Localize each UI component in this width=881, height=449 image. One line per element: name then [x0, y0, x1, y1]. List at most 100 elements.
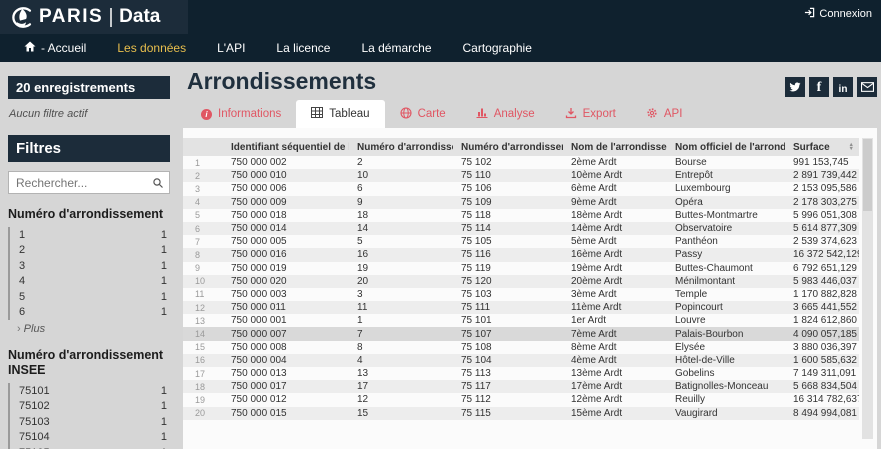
- tab-tableau[interactable]: Tableau: [296, 100, 385, 128]
- table-row[interactable]: 1 750 000 002 2 75 102 2ème Ardt Bourse 991 15…: [183, 156, 859, 170]
- table-row[interactable]: 19 750 000 012 12 75 112 12ème Ardt Reuilly 16…: [183, 393, 859, 407]
- filter-item-count: 1: [160, 244, 167, 257]
- logo-paris-text: PARIS: [39, 6, 104, 27]
- filter-item[interactable]: 31: [10, 258, 170, 274]
- linkedin-icon: in: [838, 83, 848, 95]
- nav-item-accueil[interactable]: - Accueil: [24, 41, 86, 55]
- table-row[interactable]: 18 750 000 017 17 75 117 17ème Ardt Batignoll…: [183, 380, 859, 394]
- filter-item-label: 75103: [19, 415, 50, 428]
- tab-api[interactable]: API: [631, 100, 698, 128]
- nav-item-l-api[interactable]: L'API: [217, 41, 245, 55]
- table-row[interactable]: 16 750 000 004 4 75 104 4ème Ardt Hôtel-de-Vi…: [183, 353, 859, 367]
- table-cell: Opéra: [675, 196, 703, 208]
- table-cell: 750 000 003: [231, 288, 287, 300]
- table-row[interactable]: 7 750 000 005 5 75 105 5ème Ardt Panthéon 2 53…: [183, 235, 859, 249]
- tab-bar: i Informations Tableau Carte Analyse Export AP…: [186, 100, 697, 128]
- search-input[interactable]: [8, 171, 170, 194]
- tab-export[interactable]: Export: [550, 100, 631, 128]
- filter-item[interactable]: 75104 1: [10, 430, 170, 446]
- column-header[interactable]: Numéro d'arrondissement INSEE▲▼: [453, 138, 563, 156]
- linkedin-share-button[interactable]: in: [833, 77, 853, 97]
- email-share-button[interactable]: [857, 77, 877, 97]
- table-row[interactable]: 17 750 000 013 13 75 113 13ème Ardt Gobelins 7…: [183, 367, 859, 381]
- table-cell: 12ème Ardt: [571, 394, 623, 406]
- filter-item[interactable]: 75101 1: [10, 383, 170, 399]
- home-icon: [24, 41, 36, 55]
- connexion-label: Connexion: [819, 8, 872, 20]
- nav-item-les-donn-es[interactable]: Les données: [117, 41, 186, 55]
- table-icon: [311, 107, 324, 121]
- tab-analyse[interactable]: Analyse: [461, 100, 550, 128]
- table-scrollbar[interactable]: [862, 138, 873, 439]
- main-nav: - Accueil Les données L'API La licence La dé…: [24, 41, 532, 55]
- nav-item-la-licence[interactable]: La licence: [276, 41, 330, 55]
- table-cell: 5 983 446,037: [793, 275, 857, 287]
- facebook-share-button[interactable]: f: [809, 77, 829, 97]
- table-row[interactable]: 20 750 000 015 15 75 115 15ème Ardt Vaugirard…: [183, 406, 859, 420]
- scrollbar-thumb[interactable]: [863, 139, 872, 211]
- table-row[interactable]: 3 750 000 006 6 75 106 6ème Ardt Luxembourg 2 …: [183, 182, 859, 196]
- table-cell: 2 153 095,586: [793, 183, 857, 195]
- sort-icon[interactable]: ▲ ▼: [846, 142, 854, 152]
- filter-item[interactable]: 61: [10, 305, 170, 321]
- table-row[interactable]: 11 750 000 003 3 75 103 3ème Ardt Temple 1 170…: [183, 287, 859, 302]
- table-row[interactable]: 12 750 000 011 11 75 111 11ème Ardt Popincour…: [183, 301, 859, 315]
- filter-item[interactable]: 41: [10, 274, 170, 290]
- filter-item-label: 4: [19, 275, 26, 288]
- column-header[interactable]: Numéro d'arrondissement▲▼: [349, 138, 453, 156]
- table-row[interactable]: 8 750 000 016 16 75 116 16ème Ardt Passy 16 37…: [183, 248, 859, 262]
- connexion-link[interactable]: Connexion: [804, 7, 872, 21]
- table-cell: 8: [357, 341, 363, 353]
- nav-item-cartographie[interactable]: Cartographie: [463, 41, 532, 55]
- column-header-label: Numéro d'arrondissement: [357, 141, 453, 153]
- column-header[interactable]: Identifiant séquentiel de l'arron...▲▼: [223, 138, 349, 156]
- site-logo[interactable]: PARIS Data: [0, 0, 188, 34]
- search-icon[interactable]: [152, 176, 164, 194]
- nav-item-la-d-marche[interactable]: La démarche: [361, 41, 431, 55]
- tab-label: Export: [582, 108, 616, 120]
- filter-item[interactable]: 751051: [10, 445, 170, 449]
- table-cell: 18: [357, 209, 369, 221]
- table-row[interactable]: 10 750 000 020 20 75 120 20ème Ardt Ménilmont…: [183, 274, 859, 288]
- table-row[interactable]: 14 750 000 007 7 75 107 7ème Ardt Palais-Bour…: [183, 327, 859, 341]
- twitter-share-button[interactable]: [785, 77, 805, 97]
- filter-item[interactable]: 75103 1: [10, 414, 170, 430]
- column-header[interactable]: Nom officiel de l'arrondissement▲▼: [667, 138, 785, 156]
- filter-item[interactable]: 51: [10, 289, 170, 305]
- column-header[interactable]: Surface ▲ ▼: [785, 138, 859, 156]
- api-icon: [646, 107, 658, 122]
- tab-informations[interactable]: i Informations: [186, 100, 296, 128]
- table-row[interactable]: 15 750 000 008 8 75 108 8ème Ardt Élysée 3 880…: [183, 340, 859, 354]
- table-cell: Vaugirard: [675, 407, 718, 419]
- table-row[interactable]: 4 750 000 009 9 75 109 9ème Ardt Opéra 2 178 3…: [183, 195, 859, 209]
- tab-carte[interactable]: Carte: [385, 100, 461, 128]
- table-row[interactable]: 9 750 000 019 19 75 119 19ème Ardt Buttes-Cha…: [183, 261, 859, 275]
- row-number: 8: [195, 249, 201, 260]
- table-cell: 750 000 010: [231, 170, 287, 182]
- info-icon: i: [201, 108, 212, 120]
- table-cell: Louvre: [675, 315, 706, 327]
- column-header[interactable]: Nom de l'arrondissement▲▼: [563, 138, 667, 156]
- table-cell: Buttes-Chaumont: [675, 262, 753, 274]
- table-cell: 750 000 020: [231, 275, 287, 287]
- filter-item[interactable]: 21: [10, 243, 170, 259]
- column-header-label: Nom de l'arrondissement: [571, 141, 667, 153]
- row-number: 7: [195, 236, 201, 247]
- table-row[interactable]: 2 750 000 010 10 75 110 10ème Ardt Entrepôt 2 …: [183, 169, 859, 183]
- filter-item-label: 2: [19, 244, 26, 257]
- filter-more-link[interactable]: › Plus: [8, 323, 170, 335]
- filter-item-list: 112131415161: [8, 227, 170, 320]
- table-cell: 20: [357, 275, 369, 287]
- table-cell: Panthéon: [675, 236, 718, 248]
- filter-item[interactable]: 75102 1: [10, 399, 170, 415]
- table-cell: 2ème Ardt: [571, 157, 617, 169]
- table-row[interactable]: 5 750 000 018 18 75 118 18ème Ardt Buttes-Mon…: [183, 208, 859, 222]
- table-cell: 750 000 016: [231, 249, 287, 261]
- table-row[interactable]: 13 750 000 001 1 75 101 1er Ardt Louvre 1 824 …: [183, 314, 859, 328]
- table-cell: 3 665 441,552: [793, 302, 857, 314]
- table-cell: 75 101: [461, 315, 492, 327]
- table-row[interactable]: 6 750 000 014 14 75 114 14ème Ardt Observatoi…: [183, 221, 859, 236]
- table-cell: 1 170 882,828: [793, 288, 857, 300]
- table-cell: 75 105: [461, 236, 492, 248]
- filter-item[interactable]: 11: [10, 227, 170, 243]
